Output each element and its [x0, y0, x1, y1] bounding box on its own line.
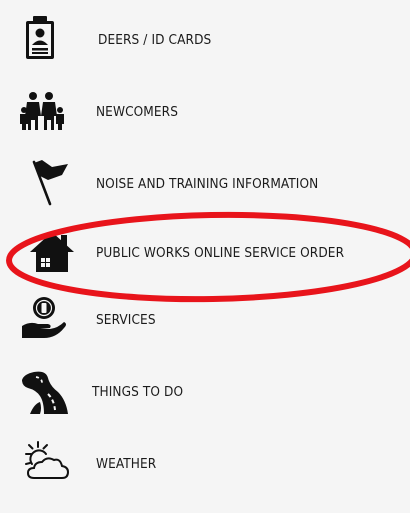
menu-item-label: THINGS TO DO: [92, 384, 184, 400]
menu-item-public-works[interactable]: PUBLIC WORKS ONLINE SERVICE ORDER: [0, 222, 410, 282]
menu-item-label: DEERS / ID CARDS: [98, 32, 212, 48]
menu-item-things-to-do[interactable]: THINGS TO DO: [0, 364, 410, 424]
menu-item-newcomers[interactable]: NEWCOMERS: [0, 80, 410, 140]
house-icon: [28, 228, 76, 276]
menu-item-deers-id-cards[interactable]: DEERS / ID CARDS: [0, 10, 410, 70]
menu-item-noise-training[interactable]: NOISE AND TRAINING INFORMATION: [0, 152, 410, 212]
menu-item-label: PUBLIC WORKS ONLINE SERVICE ORDER: [96, 245, 345, 261]
menu-item-label: SERVICES: [96, 312, 156, 328]
sun-cloud-icon: [22, 438, 70, 486]
link-menu: DEERS / ID CARDS NEWCOMERS NOISE AND TRA…: [0, 0, 410, 513]
road-icon: [20, 368, 68, 416]
menu-item-label: WEATHER: [96, 456, 157, 472]
menu-item-weather[interactable]: WEATHER: [0, 434, 410, 494]
menu-item-label: NEWCOMERS: [96, 104, 179, 120]
menu-item-services[interactable]: SERVICES: [0, 292, 410, 352]
hand-coin-icon: [20, 294, 68, 342]
id-card-icon: [16, 14, 64, 62]
flag-icon: [28, 158, 76, 206]
menu-item-label: NOISE AND TRAINING INFORMATION: [96, 176, 319, 192]
family-icon: [18, 86, 66, 134]
